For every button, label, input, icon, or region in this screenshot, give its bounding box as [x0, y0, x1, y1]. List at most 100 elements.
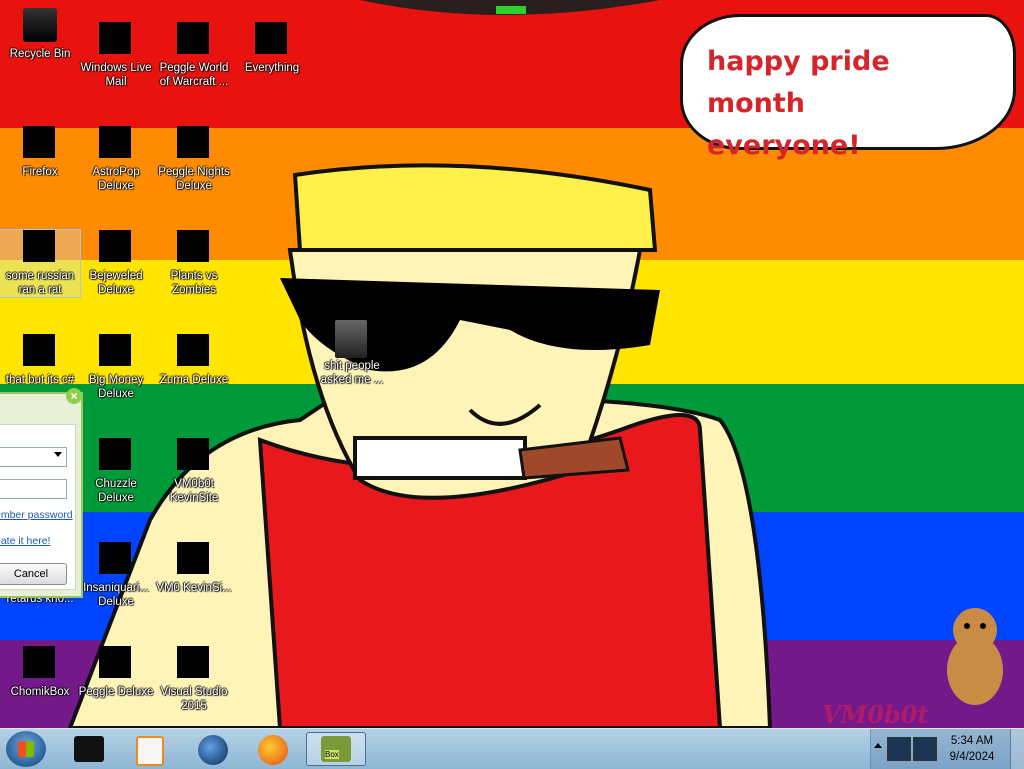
- icon-label: Zuma Deluxe: [159, 374, 229, 386]
- icon-label: Bejeweled Deluxe: [89, 270, 143, 296]
- icon-label: Everything: [244, 62, 300, 74]
- icon-label: Windows Live Mail: [80, 62, 152, 88]
- censored-icon: [255, 22, 287, 54]
- that-but-its-csharp-file[interactable]: that but its c#: [0, 334, 80, 387]
- censored-icon: [99, 438, 131, 470]
- bubble-line-2: everyone!: [707, 130, 861, 161]
- censored-icon: [99, 230, 131, 262]
- globe-icon: [198, 735, 228, 765]
- bubble-line-1: happy pride month: [707, 46, 890, 119]
- censored-icon: [177, 22, 209, 54]
- censored-icon: [99, 126, 131, 158]
- start-button[interactable]: [6, 731, 46, 767]
- remember-password-link[interactable]: ember password: [0, 509, 73, 521]
- icon-label: VM0 KevinSi...: [156, 582, 232, 594]
- visual-studio-shortcut[interactable]: Visual Studio 2015: [154, 646, 234, 713]
- icon-label: Insaniquari... Deluxe: [83, 582, 149, 608]
- windows-live-mail-shortcut[interactable]: Windows Live Mail: [76, 22, 156, 89]
- censored-icon: [177, 542, 209, 574]
- peggle-wow-shortcut[interactable]: Peggle World of Warcraft ...: [154, 22, 234, 89]
- taskbar-chomikbox-active[interactable]: Box: [306, 732, 366, 766]
- firefox-icon: [258, 735, 288, 765]
- icon-label: shit people asked me ...: [320, 360, 384, 386]
- create-account-link[interactable]: eate it here!: [0, 535, 50, 547]
- clock-time: 5:34 AM: [950, 735, 994, 747]
- icon-label: Plants vs Zombies: [170, 270, 218, 296]
- censored-icon: [177, 126, 209, 158]
- icon-label: some russian ran a rat: [5, 270, 75, 296]
- tray-app-icon-1[interactable]: [887, 737, 911, 761]
- show-desktop-button[interactable]: [1010, 729, 1024, 769]
- big-money-shortcut[interactable]: Big Money Deluxe: [76, 334, 156, 401]
- desktop: happy pride month everyone! VM0b0t Recyc…: [0, 0, 1024, 728]
- firefox-shortcut[interactable]: Firefox: [0, 126, 80, 179]
- shit-people-asked-folder[interactable]: shit people asked me ...: [312, 320, 392, 387]
- speech-bubble: happy pride month everyone!: [680, 14, 1016, 161]
- censored-icon: [23, 646, 55, 678]
- peggle-nights-shortcut[interactable]: Peggle Nights Deluxe: [154, 126, 234, 193]
- icon-label: VM0b0t KevinSite: [169, 478, 219, 504]
- login-dialog: × ember password eate it here! Cancel: [0, 388, 83, 598]
- censored-icon: [177, 334, 209, 366]
- clock[interactable]: 5:34 AM 9/4/2024: [940, 733, 1004, 765]
- censored-icon: [23, 334, 55, 366]
- everything-shortcut[interactable]: Everything: [232, 22, 312, 75]
- icon-label: Chuzzle Deluxe: [95, 478, 137, 504]
- trash-bin-icon: [23, 8, 57, 42]
- password-field[interactable]: [0, 479, 67, 499]
- censored-icon: [177, 230, 209, 262]
- censored-icon: [99, 334, 131, 366]
- dialog-body: ember password eate it here! Cancel: [0, 424, 76, 590]
- censored-icon: [23, 230, 55, 262]
- app-icon: [74, 736, 104, 762]
- folder-icon: [335, 320, 367, 358]
- taskbar-pinned-app-1[interactable]: [62, 732, 118, 766]
- taskbar: Box 5:34 AM 9/4/2024: [0, 728, 1024, 769]
- show-hidden-icons-chevron-icon[interactable]: [874, 743, 882, 748]
- censored-icon: [177, 438, 209, 470]
- insaniquarium-shortcut[interactable]: Insaniquari... Deluxe: [76, 542, 156, 609]
- peggle-deluxe-shortcut[interactable]: Peggle Deluxe: [76, 646, 156, 699]
- tray-app-icon-2[interactable]: [913, 737, 937, 761]
- taskbar-browser-globe[interactable]: [186, 732, 242, 766]
- chomikbox-shortcut[interactable]: ChomikBox: [0, 646, 80, 699]
- vm0-kevinsite-shortcut[interactable]: VM0 KevinSi...: [154, 542, 234, 595]
- hamster-image: [947, 608, 1003, 705]
- bejeweled-shortcut[interactable]: Bejeweled Deluxe: [76, 230, 156, 297]
- icon-label: Recycle Bin: [9, 48, 71, 60]
- speech-bubble-text: happy pride month everyone!: [707, 41, 997, 167]
- account-select[interactable]: [0, 447, 67, 467]
- icon-label: Peggle World of Warcraft ...: [159, 62, 229, 88]
- wallpaper-watermark: VM0b0t: [822, 700, 929, 728]
- icon-label: Big Money Deluxe: [88, 374, 144, 400]
- some-russian-file[interactable]: some russian ran a rat: [0, 229, 81, 298]
- taskbar-firefox[interactable]: [246, 732, 302, 766]
- censored-icon: [99, 646, 131, 678]
- chomikbox-icon: Box: [321, 736, 351, 762]
- icon-label: Firefox: [22, 166, 58, 178]
- cancel-button[interactable]: Cancel: [0, 563, 67, 585]
- icon-label: AstroPop Deluxe: [92, 166, 140, 192]
- censored-icon: [99, 542, 131, 574]
- plants-vs-zombies-shortcut[interactable]: Plants vs Zombies: [154, 230, 234, 297]
- windows-logo-icon: [18, 741, 34, 757]
- zuma-shortcut[interactable]: Zuma Deluxe: [154, 334, 234, 387]
- chevron-down-icon: [54, 452, 62, 457]
- chuzzle-shortcut[interactable]: Chuzzle Deluxe: [76, 438, 156, 505]
- taskbar-media-player[interactable]: [120, 732, 176, 766]
- icon-label: that but its c#: [5, 374, 75, 386]
- censored-icon: [23, 126, 55, 158]
- recycle-bin-icon[interactable]: Recycle Bin: [0, 8, 80, 61]
- icon-label: Visual Studio 2015: [160, 686, 228, 712]
- icon-label: Peggle Deluxe: [78, 686, 154, 698]
- icon-label: ChomikBox: [10, 686, 70, 698]
- astropop-shortcut[interactable]: AstroPop Deluxe: [76, 126, 156, 193]
- censored-icon: [99, 22, 131, 54]
- censored-icon: [177, 646, 209, 678]
- vm0b0t-kevinsite-shortcut[interactable]: VM0b0t KevinSite: [154, 438, 234, 505]
- close-icon[interactable]: ×: [66, 388, 82, 404]
- app-badge-text: Box: [325, 750, 339, 759]
- clock-date: 9/4/2024: [949, 751, 995, 763]
- icon-label: Peggle Nights Deluxe: [158, 166, 230, 192]
- media-player-icon: [136, 736, 164, 766]
